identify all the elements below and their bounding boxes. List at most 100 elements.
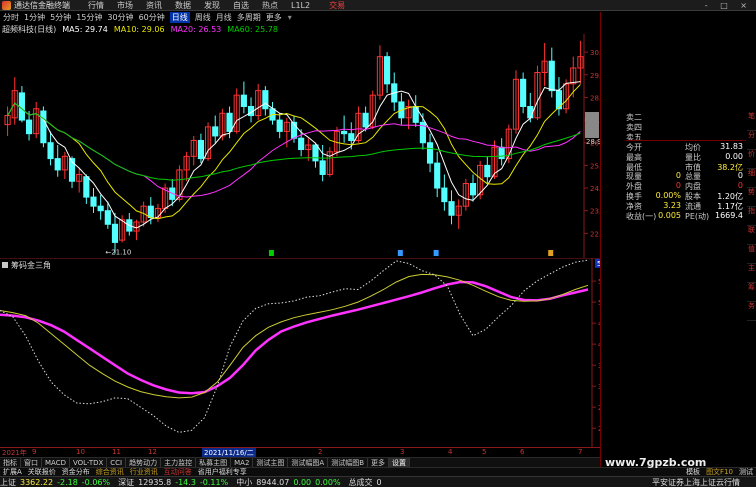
period-tab-more[interactable]: 更多 xyxy=(266,12,282,23)
period-tab-multi[interactable]: 多周期 xyxy=(237,12,261,23)
price-tick-label: 22.00 xyxy=(590,230,600,238)
menu-item-l1l2[interactable]: L1L2 xyxy=(291,1,310,10)
candle-body xyxy=(83,176,90,198)
indicator-tab[interactable]: MA2 xyxy=(231,457,254,468)
period-tab-1min[interactable]: 1分钟 xyxy=(24,12,45,23)
indicator-tab[interactable]: 测试幅图B xyxy=(328,457,369,468)
candle-body xyxy=(25,119,33,135)
side-tab[interactable]: 主 xyxy=(747,264,756,283)
side-tab[interactable]: 值 xyxy=(747,245,756,264)
candle-body xyxy=(262,90,269,110)
menu-item-exchange[interactable]: 市场 xyxy=(117,0,133,11)
status-change: 0.00 xyxy=(293,477,312,487)
stock-label: 超频科技(日线) xyxy=(2,24,57,34)
indicator-tab[interactable]: 趋势动力 xyxy=(126,457,162,468)
date-label: 12 xyxy=(148,448,157,456)
status-value: 8944.07 xyxy=(256,477,290,487)
side-tab[interactable]: 联 xyxy=(747,226,756,245)
date-label: 10 xyxy=(76,448,85,456)
indicator-tab[interactable]: VOL-TDX xyxy=(70,457,108,468)
status-label: 上证 xyxy=(0,477,16,487)
candle-body xyxy=(47,142,54,160)
price-tick-label: 28.00 xyxy=(590,94,600,102)
status-bar: 上证 3362.22 -2.18 -0.06% 深证 12935.8 -14.3 -0.11%… xyxy=(0,476,756,487)
date-label: 4 xyxy=(448,448,453,456)
date-label: 3 xyxy=(400,448,405,456)
status-index-3[interactable]: 中小 8944.07 0.00 0.00% xyxy=(236,477,340,487)
candle-body xyxy=(276,119,283,132)
candle-body xyxy=(348,133,355,141)
status-index-4[interactable]: 总成交 0 xyxy=(349,477,386,487)
candle-body xyxy=(434,162,441,189)
side-tab[interactable]: 细 xyxy=(747,169,756,188)
period-tab-15min[interactable]: 15分钟 xyxy=(76,12,102,23)
date-label: 11 xyxy=(112,448,121,456)
candle-body xyxy=(97,205,104,212)
indicator-tab[interactable]: MACD xyxy=(42,457,70,468)
candle-body xyxy=(197,139,204,160)
price-tick-label: 23.00 xyxy=(590,208,600,216)
date-axis: 2021年 9 10 11 12 2021/11/16/二 2 3 4 5 6 7 xyxy=(0,447,600,458)
quote-label: 收益(一) xyxy=(626,211,657,221)
indicator-tab[interactable]: 私募主图 xyxy=(196,457,232,468)
window-controls[interactable]: - □ × xyxy=(705,1,752,10)
side-tab[interactable]: 指 xyxy=(747,207,756,226)
indicator-name: 筹码金三角 xyxy=(11,261,51,270)
date-label: 7 xyxy=(578,448,583,456)
signal-marker-icon xyxy=(433,250,439,256)
menu-item-data[interactable]: 数据 xyxy=(175,0,191,11)
quote-value: 0 xyxy=(675,181,681,191)
status-index-1[interactable]: 上证 3362.22 -2.18 -0.06% xyxy=(0,477,110,487)
menu-item-watchlist[interactable]: 自选 xyxy=(233,0,249,11)
candle-body xyxy=(498,146,505,160)
indicator-tab[interactable]: 主力监控 xyxy=(161,457,197,468)
candle-body xyxy=(362,112,369,128)
indicator-series-line-1 xyxy=(0,280,589,395)
indicator-tab[interactable]: 设置 xyxy=(389,457,411,468)
status-pct: 0.00% xyxy=(315,477,341,487)
indicator-tab[interactable]: CCI xyxy=(107,457,127,468)
side-tab[interactable]: 势 xyxy=(747,188,756,207)
status-label: 中小 xyxy=(236,477,253,487)
status-value: 0 xyxy=(376,477,382,487)
period-tab-fenshi[interactable]: 分时 xyxy=(3,12,19,23)
indicator-tab[interactable]: 测试幅图A xyxy=(288,457,329,468)
period-more-chevron-icon[interactable]: ▾ xyxy=(288,13,292,22)
side-tab[interactable]: 分 xyxy=(747,131,756,150)
status-pct: -0.06% xyxy=(81,477,111,487)
date-label: 5 xyxy=(482,448,487,456)
signal-marker-icon xyxy=(397,250,403,256)
status-change: -2.18 xyxy=(57,477,78,487)
menu-bar: 通达信金融终端 行情 市场 资讯 数据 发现 自选 热点 L1L2 交易 - □… xyxy=(0,0,756,11)
period-tab-monthly[interactable]: 月线 xyxy=(216,12,232,23)
trade-button[interactable]: 交易 xyxy=(329,0,345,11)
date-label: 9 xyxy=(32,448,37,456)
menu-item-market[interactable]: 行情 xyxy=(88,0,104,11)
period-tab-30min[interactable]: 30分钟 xyxy=(107,12,133,23)
candle-body xyxy=(520,78,527,107)
menu-item-news[interactable]: 资讯 xyxy=(146,0,162,11)
indicator-tab[interactable]: 更多 xyxy=(368,457,390,468)
period-tab-weekly[interactable]: 周线 xyxy=(195,12,211,23)
side-tab[interactable]: 价 xyxy=(747,150,756,169)
low-price-marker: ←21.10 xyxy=(105,249,131,257)
status-label: 深证 xyxy=(118,477,135,487)
side-tab[interactable]: 筹 xyxy=(747,283,756,302)
candle-body xyxy=(312,144,319,162)
candlestick-chart[interactable]: 30.0029.0028.0027.0026.0025.0024.0023.00… xyxy=(0,34,600,258)
quote-value: 0 xyxy=(737,181,743,191)
menu-item-hotspot[interactable]: 热点 xyxy=(262,0,278,11)
candle-body xyxy=(548,60,555,92)
menu-item-discover[interactable]: 发现 xyxy=(204,0,220,11)
indicator-chart[interactable]: 55.0050.0045.0040.0035.0030.0025.0020.00… xyxy=(0,258,600,447)
date-label: 6 xyxy=(520,448,525,456)
period-tab-daily[interactable]: 日线 xyxy=(169,12,190,23)
side-tab[interactable]: 务 xyxy=(747,302,756,321)
period-tab-5min[interactable]: 5分钟 xyxy=(50,12,71,23)
status-index-2[interactable]: 深证 12935.8 -14.3 -0.11% xyxy=(118,477,228,487)
side-tab[interactable]: 笔 xyxy=(747,112,756,131)
period-tab-60min[interactable]: 60分钟 xyxy=(139,12,165,23)
indicator-tab[interactable]: 测试主图 xyxy=(253,457,289,468)
indicator-tab[interactable]: 指标 xyxy=(0,457,21,468)
indicator-tab[interactable]: 窗口 xyxy=(21,457,42,468)
